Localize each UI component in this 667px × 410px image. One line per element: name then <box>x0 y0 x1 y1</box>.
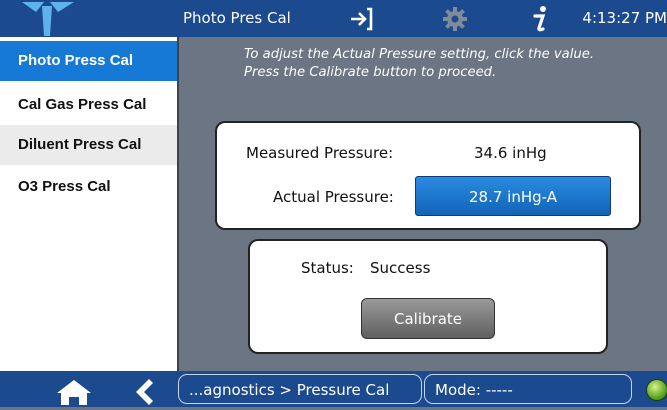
status-led <box>646 379 667 401</box>
sidebar-item-diluent-press-cal[interactable]: Diluent Press Cal <box>0 125 178 165</box>
measured-pressure-label: Measured Pressure: <box>246 144 394 162</box>
clock: 4:13:27 PM <box>582 9 667 27</box>
home-icon[interactable] <box>55 378 93 410</box>
sidebar-item-cal-gas-press-cal[interactable]: Cal Gas Press Cal <box>0 85 178 125</box>
sidebar-item-photo-press-cal[interactable]: Photo Press Cal <box>0 41 178 81</box>
sidebar: Photo Press Cal Cal Gas Press Cal Diluen… <box>0 37 178 371</box>
back-icon[interactable] <box>128 378 154 410</box>
breadcrumb: ...agnostics > Pressure Cal <box>178 374 422 404</box>
mode-indicator: Mode: ----- <box>424 374 632 404</box>
sidebar-divider <box>177 37 179 371</box>
calibrate-button[interactable]: Calibrate <box>361 298 495 339</box>
info-icon[interactable] <box>530 5 550 37</box>
actual-pressure-button[interactable]: 28.7 inHg-A <box>415 176 611 216</box>
status-value: Success <box>370 259 431 277</box>
measured-pressure-value: 34.6 inHg <box>474 144 547 162</box>
actual-pressure-label: Actual Pressure: <box>273 188 394 206</box>
status-label: Status: <box>301 259 354 277</box>
exit-icon[interactable] <box>349 7 373 35</box>
page-title: Photo Pres Cal <box>183 9 291 27</box>
instruction-line-1: To adjust the Actual Pressure setting, c… <box>244 47 595 62</box>
instruction-line-2: Press the Calibrate button to proceed. <box>244 65 497 80</box>
teledyne-logo <box>0 0 178 37</box>
sidebar-item-o3-press-cal[interactable]: O3 Press Cal <box>0 167 178 207</box>
gear-icon[interactable] <box>443 7 467 35</box>
